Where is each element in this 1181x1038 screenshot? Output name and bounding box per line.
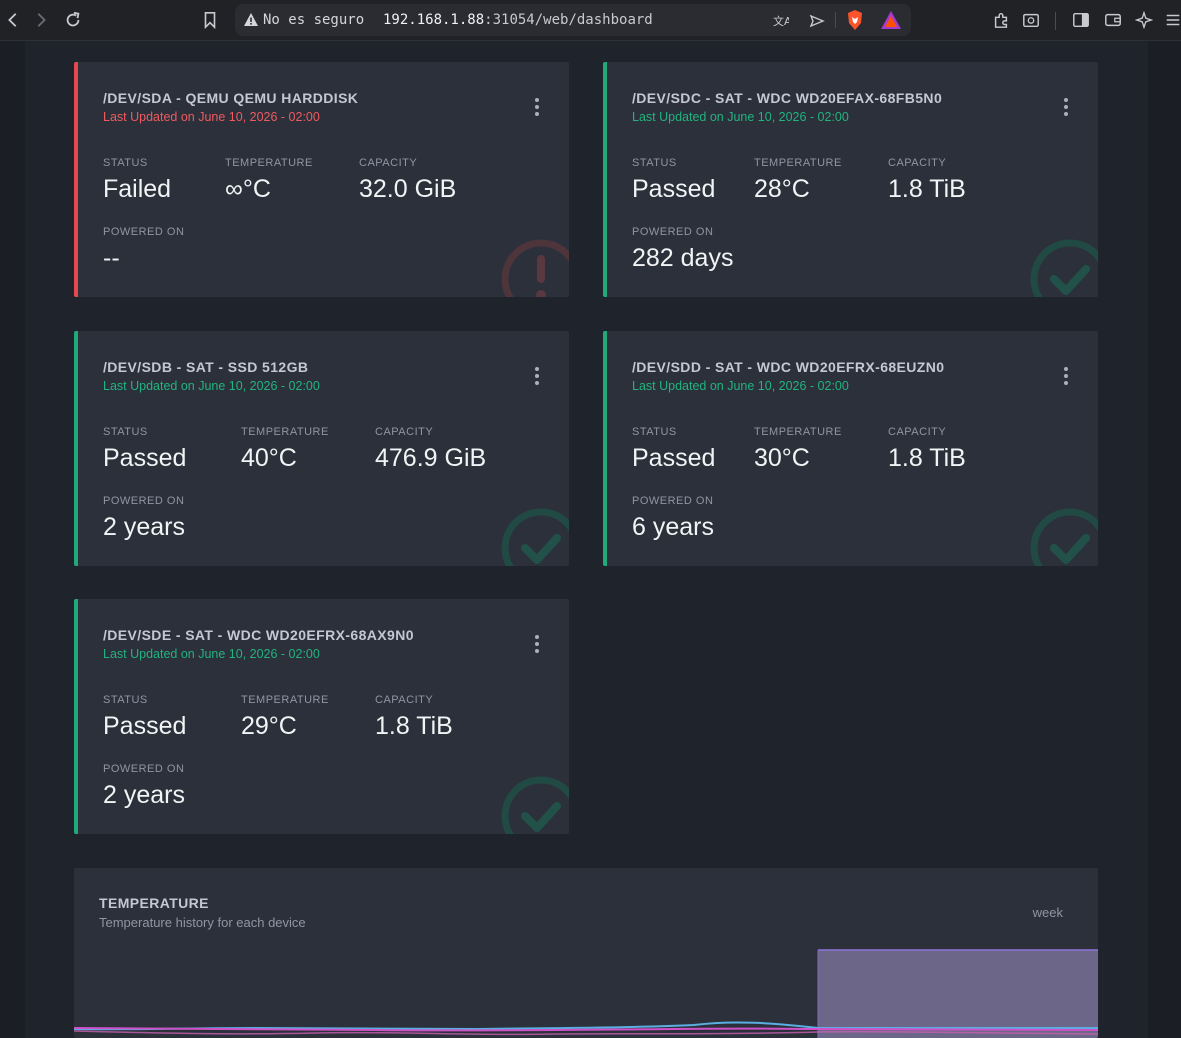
forward-icon[interactable] — [28, 7, 54, 33]
menu-icon[interactable] — [1160, 7, 1181, 33]
url-text[interactable]: 192.168.1.88:31054/web/dashboard — [383, 12, 653, 28]
failed-status-icon — [501, 239, 569, 297]
device-last-updated: Last Updated on June 10, 2026 - 02:00 — [632, 110, 849, 124]
temperature-value: 40°C — [241, 444, 297, 472]
capacity-label: CAPACITY — [359, 157, 418, 169]
reload-icon[interactable] — [60, 7, 86, 33]
screenshot-icon[interactable] — [1018, 7, 1044, 33]
capacity-label: CAPACITY — [375, 694, 434, 706]
device-last-updated: Last Updated on June 10, 2026 - 02:00 — [103, 379, 320, 393]
device-last-updated: Last Updated on June 10, 2026 - 02:00 — [103, 110, 320, 124]
more-options-icon[interactable] — [533, 98, 541, 120]
status-value: Passed — [103, 444, 187, 472]
device-card[interactable]: /DEV/SDC - SAT - WDC WD20EFAX-68FB5N0 La… — [603, 62, 1098, 297]
capacity-value: 1.8 TiB — [888, 444, 966, 472]
powered-on-value: 282 days — [632, 244, 734, 272]
status-value: Failed — [103, 175, 172, 203]
temperature-panel: TEMPERATURE Temperature history for each… — [74, 868, 1098, 1038]
capacity-label: CAPACITY — [375, 426, 434, 438]
toolbar-divider — [1055, 12, 1056, 30]
powered-on-label: POWERED ON — [632, 495, 714, 507]
powered-on-value: 2 years — [103, 513, 185, 541]
temperature-label: TEMPERATURE — [754, 157, 842, 169]
more-options-icon[interactable] — [1062, 98, 1070, 120]
powered-on-value: 2 years — [103, 781, 185, 809]
brave-rewards-icon[interactable] — [880, 10, 902, 30]
device-title[interactable]: /DEV/SDE - SAT - WDC WD20EFRX-68AX9N0 — [103, 627, 414, 643]
sidebar-icon[interactable] — [1068, 7, 1094, 33]
extensions-icon[interactable] — [988, 7, 1014, 33]
passed-status-icon — [501, 508, 569, 566]
device-last-updated: Last Updated on June 10, 2026 - 02:00 — [632, 379, 849, 393]
capacity-value: 476.9 GiB — [375, 444, 487, 472]
bookmark-icon[interactable] — [197, 7, 223, 33]
device-last-updated: Last Updated on June 10, 2026 - 02:00 — [103, 647, 320, 661]
device-title[interactable]: /DEV/SDA - QEMU QEMU HARDDISK — [103, 90, 358, 106]
status-value: Passed — [632, 175, 716, 203]
temperature-value: 28°C — [754, 175, 810, 203]
device-title[interactable]: /DEV/SDB - SAT - SSD 512GB — [103, 359, 308, 375]
address-bar[interactable]: No es seguro 192.168.1.88:31054/web/dash… — [235, 4, 911, 36]
device-card[interactable]: /DEV/SDB - SAT - SSD 512GB Last Updated … — [74, 331, 569, 566]
passed-status-icon — [1030, 508, 1098, 566]
more-options-icon[interactable] — [533, 367, 541, 389]
leo-ai-icon[interactable] — [1131, 7, 1157, 33]
security-label[interactable]: No es seguro — [263, 12, 364, 28]
temperature-value: ∞°C — [225, 175, 271, 203]
temperature-label: TEMPERATURE — [241, 694, 329, 706]
status-label: STATUS — [103, 426, 148, 438]
device-card[interactable]: /DEV/SDD - SAT - WDC WD20EFRX-68EUZN0 La… — [603, 331, 1098, 566]
wallet-icon[interactable] — [1100, 7, 1126, 33]
passed-status-icon — [1030, 239, 1098, 297]
device-title[interactable]: /DEV/SDD - SAT - WDC WD20EFRX-68EUZN0 — [632, 359, 944, 375]
powered-on-label: POWERED ON — [103, 495, 185, 507]
temperature-value: 29°C — [241, 712, 297, 740]
powered-on-value: -- — [103, 244, 120, 272]
status-value: Passed — [632, 444, 716, 472]
brave-shields-icon[interactable] — [846, 10, 864, 30]
capacity-label: CAPACITY — [888, 157, 947, 169]
urlbar-divider — [835, 12, 836, 28]
status-label: STATUS — [103, 157, 148, 169]
more-options-icon[interactable] — [1062, 367, 1070, 389]
status-value: Passed — [103, 712, 187, 740]
status-label: STATUS — [632, 426, 677, 438]
back-icon[interactable] — [0, 7, 26, 33]
capacity-label: CAPACITY — [888, 426, 947, 438]
more-options-icon[interactable] — [533, 635, 541, 657]
share-icon[interactable] — [807, 11, 827, 31]
powered-on-label: POWERED ON — [632, 226, 714, 238]
temperature-value: 30°C — [754, 444, 810, 472]
status-label: STATUS — [103, 694, 148, 706]
svg-text:文A: 文A — [773, 14, 789, 28]
status-label: STATUS — [632, 157, 677, 169]
chart-area-fill — [818, 950, 1098, 1038]
passed-status-icon — [501, 776, 569, 834]
temperature-label: TEMPERATURE — [225, 157, 313, 169]
powered-on-label: POWERED ON — [103, 763, 185, 775]
url-path: :31054/web/dashboard — [484, 12, 653, 28]
browser-toolbar: No es seguro 192.168.1.88:31054/web/dash… — [0, 0, 1181, 41]
powered-on-label: POWERED ON — [103, 226, 185, 238]
temperature-chart — [74, 949, 1098, 1038]
temperature-label: TEMPERATURE — [754, 426, 842, 438]
translate-icon[interactable]: 文A — [771, 11, 791, 31]
device-card[interactable]: /DEV/SDE - SAT - WDC WD20EFRX-68AX9N0 La… — [74, 599, 569, 834]
url-host: 192.168.1.88 — [383, 12, 485, 28]
powered-on-value: 6 years — [632, 513, 714, 541]
capacity-value: 32.0 GiB — [359, 175, 457, 203]
capacity-value: 1.8 TiB — [375, 712, 453, 740]
device-title[interactable]: /DEV/SDC - SAT - WDC WD20EFAX-68FB5N0 — [632, 90, 942, 106]
temperature-label: TEMPERATURE — [241, 426, 329, 438]
warning-icon[interactable] — [243, 12, 259, 28]
capacity-value: 1.8 TiB — [888, 175, 966, 203]
device-card[interactable]: /DEV/SDA - QEMU QEMU HARDDISK Last Updat… — [74, 62, 569, 297]
